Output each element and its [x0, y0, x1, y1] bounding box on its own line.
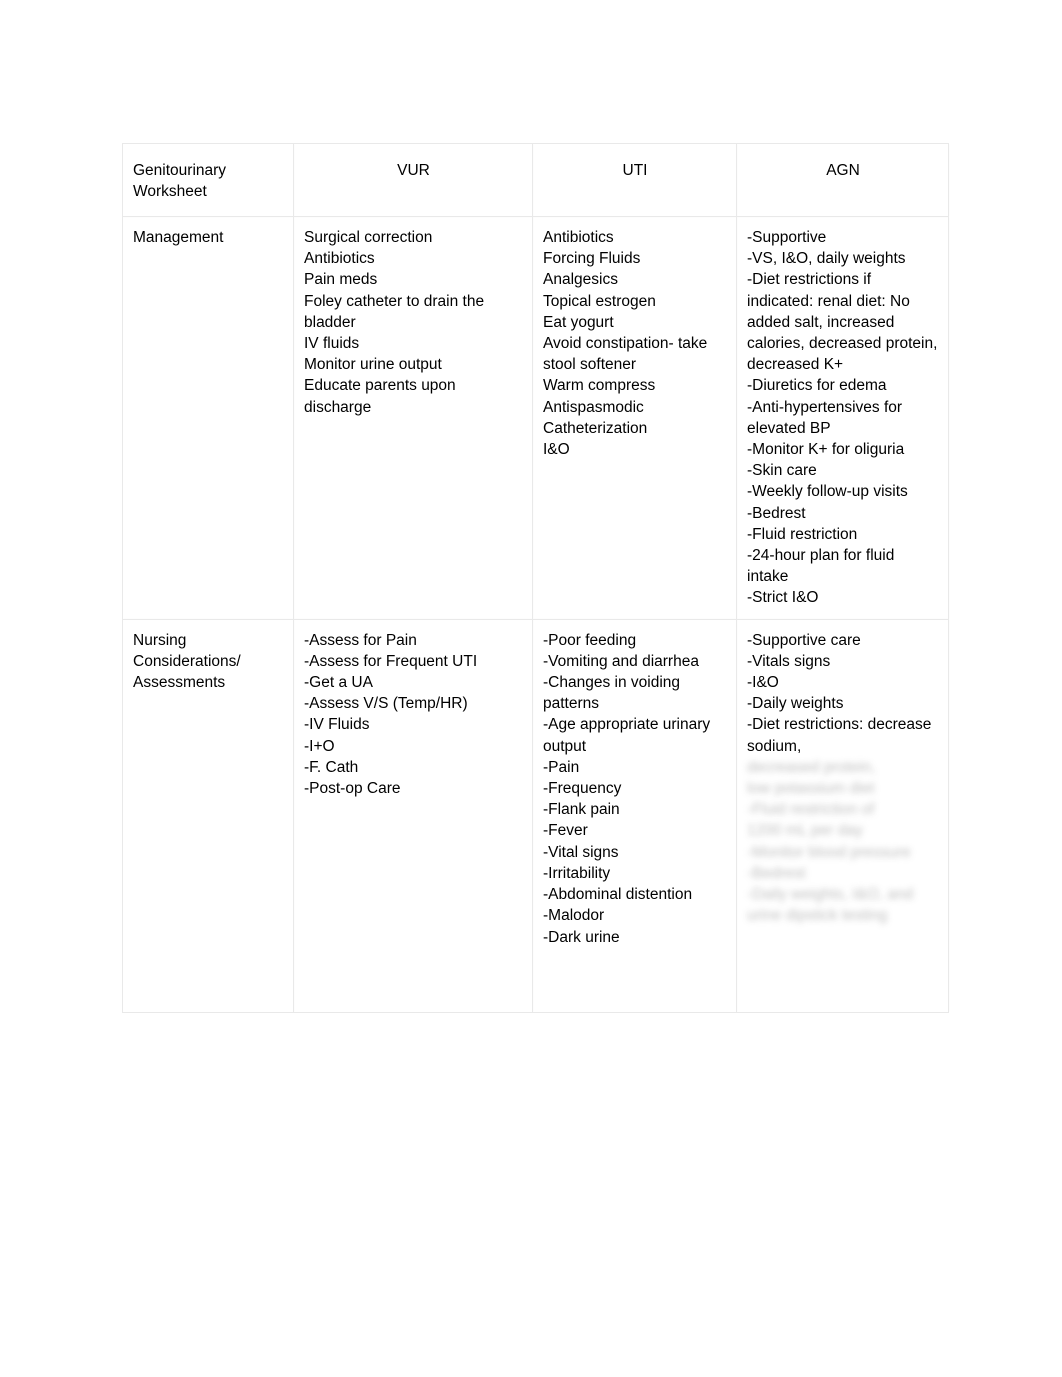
row-label-nursing-cell: Nursing Considerations/ Assessments	[122, 618, 294, 1013]
cell-management-uti-text: Antibiotics Forcing Fluids Analgesics To…	[543, 229, 708, 459]
cell-management-agn: -Supportive -VS, I&O, daily weights -Die…	[736, 216, 949, 620]
genitourinary-worksheet-table: Genitourinary Worksheet VUR UTI AGN Mana…	[122, 143, 949, 1013]
cell-management-uti: Antibiotics Forcing Fluids Analgesics To…	[532, 216, 737, 620]
row-label-management: Management	[133, 229, 224, 246]
column-header-vur-cell: VUR	[293, 143, 533, 217]
worksheet-title-cell: Genitourinary Worksheet	[122, 143, 294, 217]
column-header-uti-cell: UTI	[532, 143, 737, 217]
cell-nursing-agn-obscured-text: decreased protein, low potassium diet -F…	[747, 758, 914, 925]
column-header-agn: AGN	[826, 162, 860, 179]
cell-nursing-agn: -Supportive care -Vitals signs -I&O -Dai…	[736, 618, 949, 1013]
column-header-vur: VUR	[397, 162, 430, 179]
table-row: Nursing Considerations/ Assessments -Ass…	[122, 618, 949, 1013]
cell-management-agn-text: -Supportive -VS, I&O, daily weights -Die…	[747, 229, 938, 607]
table-header-row: Genitourinary Worksheet VUR UTI AGN	[122, 143, 949, 217]
row-label-nursing: Nursing Considerations/ Assessments	[133, 631, 241, 692]
cell-nursing-vur: -Assess for Pain -Assess for Frequent UT…	[293, 618, 533, 1013]
document-page: Genitourinary Worksheet VUR UTI AGN Mana…	[0, 0, 1062, 1377]
cell-nursing-agn-text: -Supportive care -Vitals signs -I&O -Dai…	[747, 631, 932, 755]
column-header-uti: UTI	[622, 162, 648, 179]
table-row: Management Surgical correction Antibioti…	[122, 216, 949, 620]
cell-nursing-uti: -Poor feeding -Vomiting and diarrhea -Ch…	[532, 618, 737, 1013]
cell-nursing-vur-text: -Assess for Pain -Assess for Frequent UT…	[304, 631, 478, 798]
cell-management-vur: Surgical correction Antibiotics Pain med…	[293, 216, 533, 620]
cell-nursing-uti-text: -Poor feeding -Vomiting and diarrhea -Ch…	[543, 631, 711, 946]
worksheet-title: Genitourinary Worksheet	[133, 162, 227, 201]
cell-management-vur-text: Surgical correction Antibiotics Pain med…	[304, 229, 485, 416]
column-header-agn-cell: AGN	[736, 143, 949, 217]
row-label-management-cell: Management	[122, 216, 294, 620]
